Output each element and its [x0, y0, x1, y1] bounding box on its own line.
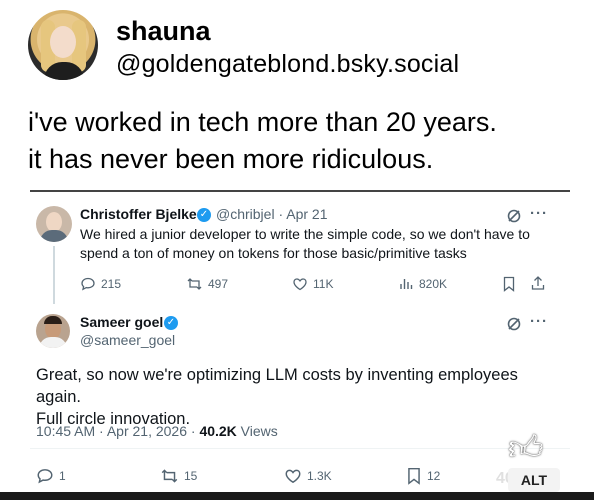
- tweet2-handle[interactable]: @sameer_goel: [80, 332, 175, 348]
- reply-icon: [81, 277, 95, 291]
- tweet1-avatar-body: [40, 230, 68, 242]
- tweet2-reply-button[interactable]: 1: [36, 467, 66, 485]
- tweet2-like-button[interactable]: 1.3K: [284, 467, 332, 485]
- tweet2-reply-count: 1: [59, 469, 66, 483]
- thread-connector-line: [53, 246, 55, 304]
- embedded-screenshot[interactable]: Christoffer Bjelke ✓ @chribjel · Apr 21 …: [30, 192, 570, 492]
- post-text-line-1: i've worked in tech more than 20 years.: [28, 107, 497, 137]
- tweet1-avatar[interactable]: [36, 206, 72, 242]
- verified-badge-icon: ✓: [164, 316, 178, 330]
- alt-text-button[interactable]: ALT: [508, 468, 560, 492]
- tweet1-avatar-face: [46, 212, 62, 232]
- tweet2-bookmark-count: 12: [427, 469, 441, 483]
- tweet1-author-name[interactable]: Christoffer Bjelke: [80, 206, 197, 222]
- post-text: i've worked in tech more than 20 years. …: [28, 104, 588, 178]
- tweet1-like-count: 11K: [313, 277, 334, 291]
- more-icon[interactable]: ···: [530, 205, 548, 222]
- tweet1-handle-date[interactable]: @chribjel · Apr 21: [216, 206, 327, 222]
- tweet1-views-button[interactable]: 820K: [398, 276, 447, 292]
- tweet2-repost-button[interactable]: 15: [160, 467, 197, 485]
- tweet1-repost-button[interactable]: 497: [186, 276, 228, 292]
- tweet2-text: Great, so now we're optimizing LLM costs…: [36, 364, 566, 430]
- tweet2-like-count: 1.3K: [307, 469, 332, 483]
- display-name[interactable]: shauna: [116, 16, 211, 47]
- verified-badge-icon: ✓: [197, 208, 211, 222]
- tweet1-text-line-2: spend a ton of money on tokens for those…: [80, 245, 467, 261]
- grok-icon[interactable]: [506, 208, 522, 224]
- repost-icon: [161, 469, 178, 483]
- tweet2-timestamp[interactable]: 10:45 AM · Apr 21, 2026 · 40.2K Views: [36, 423, 278, 439]
- tweet1-text-line-1: We hired a junior developer to write the…: [80, 226, 530, 242]
- tweet2-text-line-1: Great, so now we're optimizing LLM costs…: [36, 366, 518, 406]
- grok-icon[interactable]: [506, 316, 522, 332]
- thumbs-up-icon: 👍︎: [508, 429, 544, 467]
- tweet2-avatar[interactable]: [36, 314, 70, 348]
- tweet2-bookmark-button[interactable]: 12: [406, 467, 440, 485]
- user-handle[interactable]: @goldengateblond.bsky.social: [116, 50, 459, 79]
- repost-icon: [187, 278, 202, 290]
- views-icon: [400, 279, 413, 289]
- divider: [30, 448, 570, 449]
- reply-icon: [37, 469, 53, 484]
- avatar[interactable]: [28, 10, 98, 80]
- tweet2-repost-count: 15: [184, 469, 198, 483]
- tweet2-author-name[interactable]: Sameer goel: [80, 314, 163, 330]
- avatar-face: [50, 26, 76, 58]
- share-icon[interactable]: [530, 275, 546, 291]
- tweet2-views-label: Views: [236, 423, 278, 439]
- tweet1-like-button[interactable]: 11K: [292, 276, 333, 292]
- post-text-line-2: it has never been more ridiculous.: [28, 144, 434, 174]
- tweet2-avatar-hair: [44, 316, 62, 324]
- bookmark-icon: [408, 467, 420, 485]
- like-icon: [285, 469, 301, 484]
- tweet2-time: 10:45 AM · Apr 21, 2026 ·: [36, 423, 200, 439]
- tweet1-text: We hired a junior developer to write the…: [80, 225, 530, 263]
- tweet1-reply-count: 215: [101, 277, 122, 291]
- like-icon: [293, 278, 307, 291]
- tweet1-repost-count: 497: [208, 277, 229, 291]
- bottom-edge-bar: [0, 492, 594, 500]
- tweet2-avatar-body: [39, 337, 67, 348]
- tweet2-view-count: 40.2K: [199, 423, 237, 439]
- bookmark-icon[interactable]: [502, 276, 516, 292]
- tweet1-view-count: 820K: [419, 277, 448, 291]
- tweet1-reply-button[interactable]: 215: [80, 276, 121, 292]
- more-icon[interactable]: ···: [530, 313, 548, 330]
